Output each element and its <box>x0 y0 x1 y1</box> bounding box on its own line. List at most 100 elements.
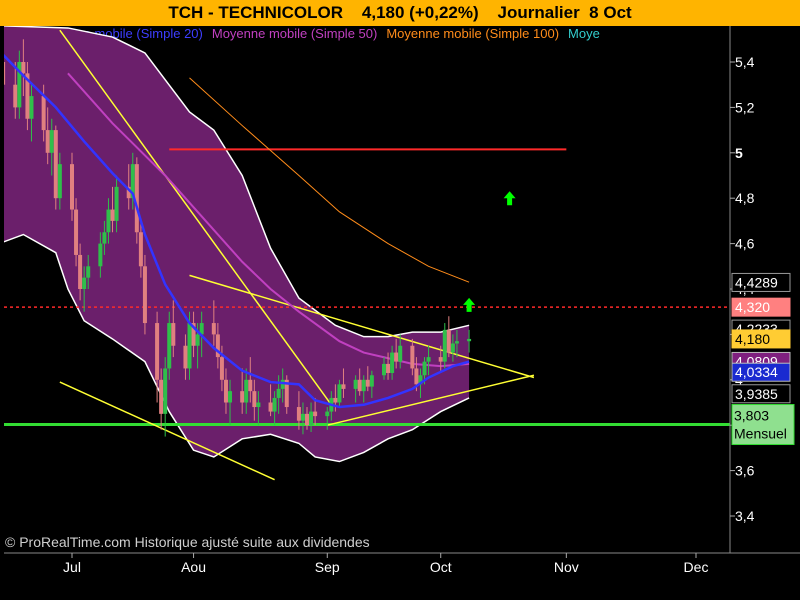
candle-body <box>78 254 83 289</box>
candle-body <box>53 130 58 199</box>
price-label-text: 4,320 <box>735 299 770 315</box>
x-tick-label: Aou <box>181 559 206 575</box>
candle-body <box>309 411 314 426</box>
price-label-text: 4,4289 <box>735 274 778 290</box>
candle-body <box>49 130 54 153</box>
candle-body <box>369 375 374 387</box>
candle-body <box>244 379 249 403</box>
candle-body <box>357 379 362 392</box>
candle-body <box>382 363 386 376</box>
candle-body <box>102 232 107 244</box>
candle-body <box>82 277 87 289</box>
candle-body <box>70 164 74 210</box>
candle-body <box>74 209 79 255</box>
candle-body <box>138 232 143 267</box>
candle-body <box>305 413 310 426</box>
price-label-text: 3,9385 <box>735 386 778 402</box>
monthly-support-caption: Mensuel <box>734 426 787 442</box>
y-tick-label: 3,6 <box>735 463 755 479</box>
bollinger-band <box>4 26 470 462</box>
price-label-text: 4,180 <box>735 331 770 347</box>
y-tick-label: 3,4 <box>735 508 755 524</box>
candle-body <box>353 379 358 389</box>
y-tick-label: 5,4 <box>735 54 755 70</box>
candle-body <box>272 397 277 412</box>
candle-body <box>276 388 281 398</box>
candle-body <box>442 329 447 362</box>
candle-body <box>98 243 103 267</box>
candle-body <box>438 357 443 362</box>
monthly-support-value: 3,803 <box>734 408 769 424</box>
candle-body <box>223 379 228 403</box>
price-label-text: 4,0334 <box>735 364 778 380</box>
candle-body <box>171 323 176 346</box>
price-label-tag: 4,4289 <box>731 272 791 292</box>
x-tick-label: Jul <box>63 559 81 575</box>
x-tick-label: Sep <box>315 559 340 575</box>
candle-body <box>333 397 338 403</box>
candle-body <box>219 357 224 380</box>
candle-body <box>106 209 111 233</box>
candle-body <box>410 345 415 369</box>
candle-body <box>252 391 257 408</box>
candle-body <box>228 391 233 403</box>
candle-body <box>446 329 451 353</box>
y-tick-label: 4,8 <box>735 190 755 206</box>
candle-body <box>155 323 160 380</box>
candle-body <box>183 345 188 369</box>
candle-body <box>114 186 119 221</box>
x-tick-label: Dec <box>684 559 709 575</box>
candle-body <box>45 130 50 153</box>
y-tick-label: 5 <box>735 145 743 161</box>
up-arrow-icon <box>463 297 476 312</box>
candle-body <box>361 379 366 392</box>
candle-body <box>256 402 261 408</box>
candle-body <box>341 384 346 389</box>
watermark-text: © ProRealTime.com Historique ajusté suit… <box>5 534 370 550</box>
candle-body <box>337 384 342 403</box>
price-label-tag: 4,180 <box>731 329 791 349</box>
candle-body <box>21 62 26 74</box>
candle-body <box>110 209 115 221</box>
plot-area <box>4 26 730 481</box>
price-label-tag: 4,320 <box>731 297 791 317</box>
candle-body <box>467 338 472 342</box>
y-tick-label: 5,2 <box>735 99 755 115</box>
candle-body <box>454 341 459 344</box>
candle-body <box>240 391 245 403</box>
price-label-tag: 3,9385 <box>731 384 791 404</box>
candle-body <box>313 411 318 417</box>
candle-body <box>386 363 391 373</box>
y-tick-label: 4,6 <box>735 236 755 252</box>
candle-body <box>450 343 455 353</box>
candle-body <box>195 334 200 346</box>
candle-body <box>268 402 273 412</box>
candle-body <box>163 368 168 414</box>
candle-body <box>187 323 192 369</box>
price-chart[interactable]: 3,43,63,844,24,44,64,855,25,4JulAouSepOc… <box>0 0 800 600</box>
x-tick-label: Nov <box>554 559 579 575</box>
candle-body <box>211 323 216 335</box>
candle-body <box>325 411 330 417</box>
candle-body <box>57 164 62 199</box>
candle-body <box>167 323 172 369</box>
candle-body <box>13 84 18 108</box>
candle-body <box>248 379 253 392</box>
candle-body <box>159 379 164 414</box>
candle-body <box>86 266 91 278</box>
candle-body <box>41 96 46 131</box>
up-arrow-icon <box>503 191 516 206</box>
candle-body <box>29 96 34 119</box>
candle-body <box>422 361 427 376</box>
candle-body <box>365 379 370 387</box>
price-label-tag: 4,0334 <box>731 362 791 382</box>
monthly-support-tag: 3,803 Mensuel <box>731 404 795 446</box>
candle-body <box>390 352 395 373</box>
candle-body <box>414 368 419 385</box>
x-tick-label: Oct <box>430 559 452 575</box>
candle-body <box>296 407 301 421</box>
candle-body <box>426 357 431 362</box>
candle-body <box>398 345 403 362</box>
candle-body <box>394 352 399 362</box>
candle-body <box>4 62 6 85</box>
